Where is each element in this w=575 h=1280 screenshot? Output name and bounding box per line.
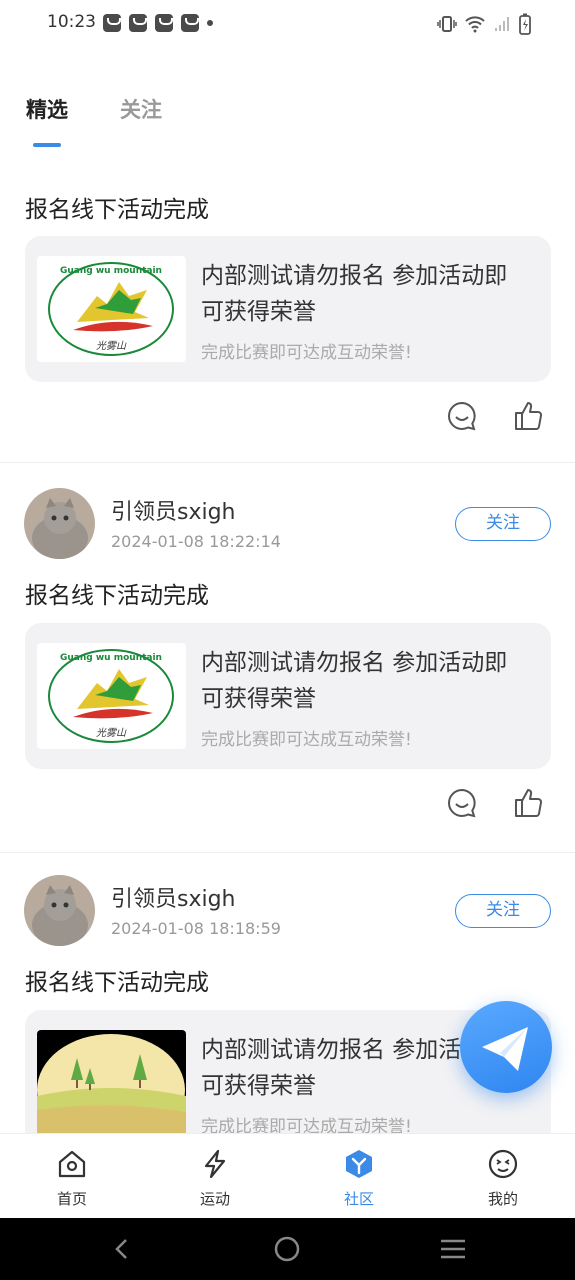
notification-app-icon	[129, 14, 147, 32]
recent-apps-icon[interactable]	[439, 1238, 467, 1260]
nav-sports-label: 运动	[199, 1190, 230, 1208]
activity-card[interactable]: 光雾山 Guang wu mountain 内部测试请勿报名 参加活动即可获得荣…	[25, 236, 551, 382]
post-title: 报名线下活动完成	[25, 583, 209, 609]
tab-featured[interactable]: 精选	[26, 94, 68, 124]
post-title: 报名线下活动完成	[25, 970, 209, 996]
wifi-icon	[465, 16, 485, 33]
nav-mine[interactable]: 我的	[453, 1134, 553, 1219]
like-thumb-icon[interactable]	[512, 787, 544, 819]
activity-thumbnail: 光雾山 Guang wu mountain	[37, 256, 186, 362]
avatar[interactable]	[24, 488, 95, 559]
home-circle-icon[interactable]	[274, 1236, 300, 1262]
tab-following[interactable]: 关注	[120, 94, 162, 124]
svg-text:光雾山: 光雾山	[96, 727, 127, 739]
nav-sports[interactable]: 运动	[165, 1134, 265, 1219]
guang-wu-mountain-logo-icon: 光雾山 Guang wu mountain	[48, 649, 174, 743]
activity-thumbnail: 光雾山 Guang wu mountain	[37, 643, 186, 749]
activity-card[interactable]: 光雾山 Guang wu mountain 内部测试请勿报名 参加活动即可获得荣…	[25, 623, 551, 769]
smiley-face-icon	[488, 1149, 518, 1179]
nav-community-label: 社区	[343, 1190, 374, 1208]
activity-thumbnail	[37, 1030, 186, 1136]
landscape-illustration-icon	[37, 1034, 186, 1136]
lightning-icon	[204, 1149, 226, 1179]
follow-button[interactable]: 关注	[455, 507, 551, 541]
status-time: 10:23	[47, 12, 96, 32]
paper-plane-icon	[482, 1027, 528, 1071]
activity-card-subtitle: 完成比赛即可达成互动荣誉!	[201, 343, 412, 363]
notification-app-icon	[181, 14, 199, 32]
post-divider	[0, 852, 575, 853]
post-timestamp: 2024-01-08 18:18:59	[111, 919, 281, 938]
nav-home[interactable]: 首页	[22, 1134, 122, 1219]
notification-app-icon	[155, 14, 173, 32]
status-system-icons	[437, 13, 531, 35]
community-cube-icon	[346, 1150, 372, 1178]
svg-text:Guang wu mountain: Guang wu mountain	[60, 653, 162, 663]
feed-tabs: 精选 关注	[0, 80, 575, 150]
svg-text:Guang wu mountain: Guang wu mountain	[60, 266, 162, 276]
author-name[interactable]: 引领员sxigh	[111, 881, 236, 913]
author-name[interactable]: 引领员sxigh	[111, 494, 236, 526]
avatar[interactable]	[24, 875, 95, 946]
activity-card-subtitle: 完成比赛即可达成互动荣誉!	[201, 730, 412, 750]
home-icon	[58, 1150, 86, 1178]
status-notifications	[103, 14, 213, 32]
nav-home-label: 首页	[56, 1190, 87, 1208]
status-bar: 10:23	[0, 0, 575, 48]
active-tab-indicator	[33, 143, 61, 147]
post-timestamp: 2024-01-08 18:22:14	[111, 532, 281, 551]
more-notifications-dot-icon	[207, 20, 213, 26]
activity-card-title: 内部测试请勿报名 参加活动即可获得荣誉	[201, 263, 508, 325]
post-title: 报名线下活动完成	[25, 197, 209, 223]
like-thumb-icon[interactable]	[512, 400, 544, 432]
svg-text:光雾山: 光雾山	[96, 340, 127, 352]
post-divider	[0, 462, 575, 463]
nav-community[interactable]: 社区	[309, 1134, 409, 1219]
back-icon[interactable]	[110, 1237, 134, 1261]
battery-charging-icon	[519, 13, 531, 35]
system-navigation-bar	[0, 1218, 575, 1280]
vibrate-icon	[437, 16, 457, 32]
notification-app-icon	[103, 14, 121, 32]
activity-card-title: 内部测试请勿报名 参加活动即可获得荣誉	[201, 650, 508, 712]
publish-button[interactable]	[460, 1001, 552, 1093]
nav-mine-label: 我的	[487, 1190, 518, 1208]
follow-button[interactable]: 关注	[455, 894, 551, 928]
bottom-navigation: 首页 运动 社区 我的	[0, 1133, 575, 1218]
comment-icon[interactable]	[446, 400, 478, 432]
comment-icon[interactable]	[446, 787, 478, 819]
guang-wu-mountain-logo-icon: 光雾山 Guang wu mountain	[48, 262, 174, 356]
signal-icon	[495, 17, 509, 31]
